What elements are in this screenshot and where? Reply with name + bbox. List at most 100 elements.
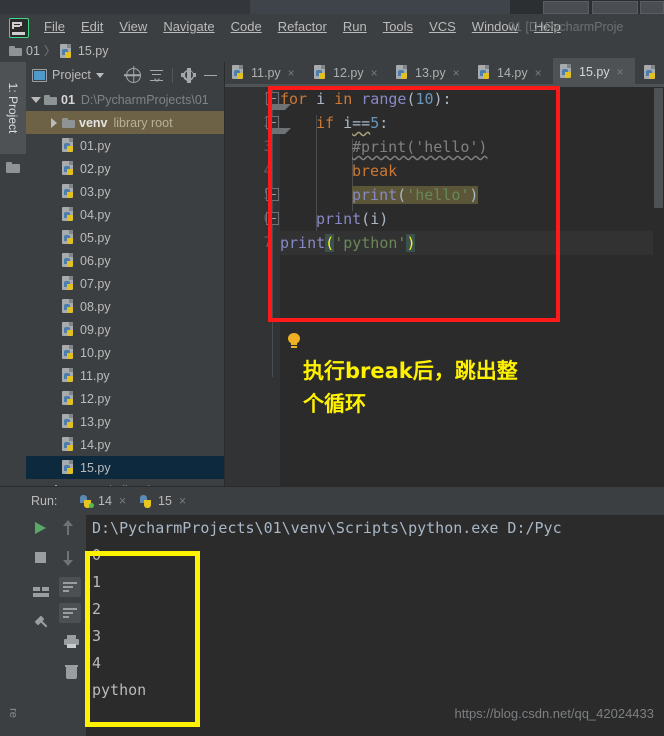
code-line-1[interactable]: for i in range(10): (280, 87, 664, 111)
chevron-down-icon[interactable] (95, 72, 104, 78)
scroll-to-end-icon[interactable] (59, 603, 81, 623)
editor-tab-next[interactable]: 1 (637, 58, 664, 87)
tree-item-09py[interactable]: 09.py (26, 318, 224, 341)
window-maximize-region[interactable] (592, 1, 638, 14)
close-icon[interactable]: × (371, 66, 378, 80)
collapse-all-icon[interactable] (150, 69, 163, 82)
menu-tools-label: Tools (382, 19, 414, 34)
menu-items: File Edit View Navigate Code Refactor Ru… (36, 14, 569, 40)
clear-all-icon[interactable] (60, 661, 82, 683)
breadcrumb[interactable]: 01 〉 15.py (9, 40, 109, 62)
tree-item-08py[interactable]: 08.py (26, 295, 224, 318)
breadcrumb-file[interactable]: 15.py (78, 40, 109, 62)
tree-item-03py[interactable]: 03.py (26, 180, 224, 203)
tree-item-06py[interactable]: 06.py (26, 249, 224, 272)
minimize-icon[interactable] (204, 69, 217, 82)
close-icon[interactable]: × (453, 66, 460, 80)
tree-item-10py[interactable]: 10.py (26, 341, 224, 364)
editor-tab-14py[interactable]: 14.py × (471, 58, 549, 87)
window-close-region[interactable] (640, 1, 664, 14)
code-line-2[interactable]: if i==5: (280, 111, 664, 135)
menu-refactor[interactable]: Refactor (270, 14, 335, 40)
menu-file[interactable]: File (36, 14, 73, 40)
tree-item-label: 11.py (80, 368, 110, 383)
soft-wrap-icon[interactable] (59, 577, 81, 597)
structure-folder-icon[interactable] (6, 162, 20, 173)
layout-icon[interactable] (30, 581, 52, 603)
fold-marker-line1[interactable] (266, 92, 291, 110)
code-line-5[interactable]: print('hello') (280, 183, 664, 207)
code-line-7[interactable]: print('python') (280, 231, 664, 255)
tree-item-root[interactable]: 01 D:\PycharmProjects\01 (26, 88, 224, 111)
tree-item-11py[interactable]: 11.py (26, 364, 224, 387)
menu-navigate[interactable]: Navigate (155, 14, 222, 40)
tree-item-01py[interactable]: 01.py (26, 134, 224, 157)
gear-icon[interactable] (181, 67, 196, 83)
tree-item-external-libraries[interactable]: External Libraries (26, 479, 224, 486)
menu-code[interactable]: Code (223, 14, 270, 40)
tree-item-04py[interactable]: 04.py (26, 203, 224, 226)
close-icon[interactable]: × (617, 65, 624, 79)
menu-tools[interactable]: Tools (375, 14, 421, 40)
editor-gutter[interactable]: 1 2 3 4 5 6 7 (225, 87, 291, 486)
menu-vcs[interactable]: VCS (421, 14, 464, 40)
pin-icon[interactable] (30, 613, 52, 635)
chevron-right-icon[interactable] (48, 117, 59, 128)
tree-item-14py[interactable]: 14.py (26, 433, 224, 456)
fold-marker-line2[interactable] (266, 116, 291, 134)
tree-item-label: 14.py (80, 437, 111, 452)
console-output-line: 0 (92, 546, 102, 564)
tree-item-venv[interactable]: venv library root (26, 111, 224, 134)
tree-item-label: 02.py (80, 161, 111, 176)
run-console[interactable]: D:\PycharmProjects\01\venv\Scripts\pytho… (86, 515, 664, 736)
tree-item-05py[interactable]: 05.py (26, 226, 224, 249)
code-line-4[interactable]: break (280, 159, 664, 183)
project-header-icons (126, 67, 224, 83)
python-file-icon (62, 184, 76, 199)
close-icon[interactable]: × (288, 66, 295, 80)
run-icon[interactable] (30, 517, 52, 539)
print-icon[interactable] (60, 631, 82, 653)
tree-item-02py[interactable]: 02.py (26, 157, 224, 180)
console-output-line: 2 (92, 600, 102, 618)
menu-run[interactable]: Run (335, 14, 375, 40)
scroll-down-icon[interactable] (60, 547, 82, 569)
scroll-up-icon[interactable] (60, 517, 82, 539)
tree-item-label: 09.py (80, 322, 111, 337)
code-editor[interactable]: 1 2 3 4 5 6 7 for i in range(10): if i==… (225, 87, 664, 486)
run-tab-15[interactable]: 15 × (140, 487, 187, 517)
menu-view[interactable]: View (111, 14, 155, 40)
menu-navigate-label: Navigate (163, 19, 215, 34)
close-icon[interactable]: × (535, 66, 542, 80)
title-bar-strip-left (0, 0, 250, 14)
tree-item-label: 10.py (80, 345, 111, 360)
sidebar-tab-project[interactable]: 1: Project (0, 62, 26, 154)
code-text[interactable]: for i in range(10): if i==5: #print('hel… (280, 87, 664, 486)
close-icon[interactable]: × (179, 494, 186, 508)
window-minimize-region[interactable] (543, 1, 589, 14)
code-line-3[interactable]: #print('hello') (280, 135, 664, 159)
python-file-icon (644, 65, 658, 80)
tree-item-13py[interactable]: 13.py (26, 410, 224, 433)
tree-item-07py[interactable]: 07.py (26, 272, 224, 295)
token-paren-open: ( (361, 210, 371, 228)
project-title-group[interactable]: Project (26, 68, 104, 82)
fold-marker-line6[interactable] (266, 212, 279, 225)
editor-tab-15py[interactable]: 15.py × (553, 58, 635, 87)
locate-target-icon[interactable] (126, 67, 141, 83)
tree-item-12py[interactable]: 12.py (26, 387, 224, 410)
run-tab-14[interactable]: 14 × (80, 487, 126, 515)
editor-tab-11py[interactable]: 11.py × (225, 58, 302, 87)
breadcrumb-root[interactable]: 01 (26, 40, 40, 62)
editor-tab-12py[interactable]: 12.py × (307, 58, 385, 87)
tree-item-15py[interactable]: 15.py (26, 456, 224, 479)
editor-scrollbar[interactable] (653, 87, 664, 486)
fold-marker-line5[interactable] (266, 188, 279, 201)
menu-edit[interactable]: Edit (73, 14, 111, 40)
close-icon[interactable]: × (119, 494, 126, 508)
code-line-6[interactable]: print(i) (280, 207, 664, 231)
editor-scrollbar-thumb[interactable] (654, 88, 663, 208)
editor-tab-13py[interactable]: 13.py × (389, 58, 467, 87)
stop-icon[interactable] (30, 547, 52, 569)
chevron-down-icon[interactable] (30, 94, 41, 105)
